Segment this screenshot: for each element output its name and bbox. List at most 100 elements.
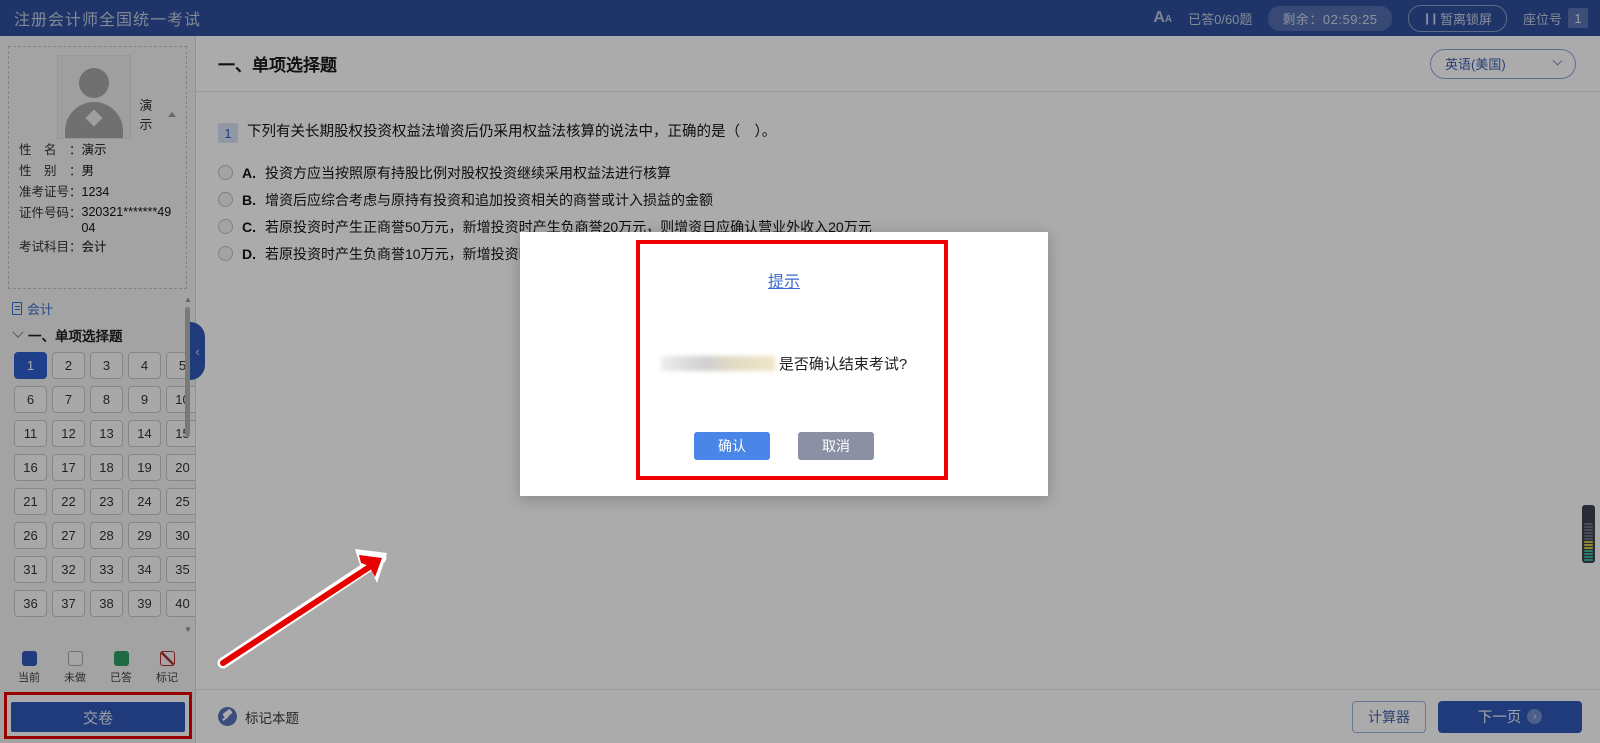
pin-icon [218,707,237,726]
option-text: 若原投资时产生负商誉10万元，新增投资时 [265,245,533,262]
question-nav: 会计 一、单项选择题 1 2 3 4 5 6 7 8 9 10 11 12 13 14 15 16 17 18 19… [0,295,195,634]
option-letter: B. [242,191,256,208]
legend-swatch-undone-icon [67,651,83,666]
seat-label: 座位号 [1522,11,1562,27]
font-size-icon[interactable]: AA [1153,9,1172,27]
profile-field-value: 320321*******4904 [81,205,172,235]
nav-group-header-1[interactable]: 一、单项选择题 [0,322,195,348]
question-nav-button[interactable]: 31 [14,556,47,583]
question-nav-button[interactable]: 11 [14,420,47,447]
option-radio[interactable] [218,165,233,180]
calculator-button[interactable]: 计算器 [1352,700,1426,733]
signal-meter-widget [1582,505,1595,563]
option-text: 增资后应综合考虑与原持有投资和追加投资相关的商誉或计入损益的金额 [265,191,713,208]
scroll-down-icon[interactable]: ▼ [184,625,192,634]
question-nav-button[interactable]: 34 [128,556,161,583]
scroll-up-icon[interactable]: ▲ [184,295,192,304]
legend-swatch-current-icon [21,651,37,666]
option-row[interactable]: B. 增资后应综合考虑与原持有投资和追加投资相关的商誉或计入损益的金额 [218,186,1576,213]
question-nav-button[interactable]: 3 [90,352,123,379]
chevron-up-icon [168,111,176,117]
dialog-cancel-button[interactable]: 取消 [798,432,874,460]
question-nav-button[interactable]: 9 [128,386,161,413]
question-stem: 1 下列有关长期股权投资权益法增资后仍采用权益法核算的说法中，正确的是（ ）。 [218,122,1576,143]
profile-name-toggle[interactable]: 演示 [139,95,176,133]
submit-highlight-box: 交卷 [4,692,192,739]
question-nav-button[interactable]: 14 [128,420,161,447]
question-nav-button[interactable]: 4 [128,352,161,379]
question-nav-button[interactable]: 19 [128,454,161,481]
lock-screen-button[interactable]: ❙❙ 暂离锁屏 [1407,4,1507,32]
question-nav-button[interactable]: 1 [14,352,47,379]
question-nav-button[interactable]: 37 [52,590,85,617]
seat-info: 座位号 1 [1523,8,1588,28]
remaining-time: 剩余：02:59:25 [1268,5,1392,31]
question-nav-button[interactable]: 28 [90,522,123,549]
option-radio[interactable] [218,219,233,234]
profile-field-label: 证件号码： [19,206,82,220]
lock-screen-label: 暂离锁屏 [1439,11,1492,27]
bottom-actions: 计算器 下一页 › [1352,700,1582,733]
mark-question-button[interactable]: 标记本题 [218,707,299,727]
question-nav-button[interactable]: 18 [90,454,123,481]
question-nav-button[interactable]: 13 [90,420,123,447]
question-nav-button[interactable]: 26 [14,522,47,549]
question-nav-button[interactable]: 24 [128,488,161,515]
question-nav-button[interactable]: 33 [90,556,123,583]
question-nav-button[interactable]: 17 [52,454,85,481]
option-radio[interactable] [218,246,233,261]
avatar [57,55,132,139]
sidebar-collapse-handle[interactable]: ‹ [190,322,205,380]
seat-number: 1 [1568,8,1588,28]
language-select[interactable]: 英语(美国) [1430,48,1576,79]
question-number-badge: 1 [218,123,238,143]
profile-field: 性 名 ： 演示 [19,141,176,160]
question-nav-button[interactable]: 36 [14,590,47,617]
question-nav-button[interactable]: 21 [14,488,47,515]
option-row[interactable]: A. 投资方应当按照原有持股比例对股权投资继续采用权益法进行核算 [218,159,1576,186]
exam-app: 注册会计师全国统一考试 AA 已答0/60题 剩余：02:59:25 ❙❙ 暂离… [0,0,1600,743]
legend-item-marked: 标记 [156,651,178,685]
question-grid: 1 2 3 4 5 6 7 8 9 10 11 12 13 14 15 16 17 18 19 20 21 22 23 24 2… [14,352,195,617]
question-nav-button[interactable]: 8 [90,386,123,413]
question-nav-button[interactable]: 7 [52,386,85,413]
next-page-label: 下一页 [1477,710,1522,726]
legend-label: 已答 [110,672,132,684]
subject-row[interactable]: 会计 [0,295,195,322]
legend-label: 当前 [18,672,40,684]
mark-question-label: 标记本题 [245,710,299,726]
question-nav-button[interactable]: 32 [52,556,85,583]
chevron-down-icon [1552,55,1563,66]
question-nav-button[interactable]: 38 [90,590,123,617]
avatar-head-icon [79,68,110,98]
question-nav-button[interactable]: 29 [128,522,161,549]
option-letter: D. [242,245,256,262]
dialog-message-row: 是否确认结束考试? [520,353,1048,374]
nav-group-title: 一、单项选择题 [28,329,123,344]
chevron-right-icon: › [1527,709,1543,724]
question-nav-button[interactable]: 39 [128,590,161,617]
legend-swatch-marked-icon [159,651,175,666]
dialog-confirm-button[interactable]: 确认 [694,432,770,460]
section-title: 一、单项选择题 [218,56,337,75]
dialog-title: 提示 [767,274,800,291]
nav-group-title: 二、多项选择题 [28,632,123,634]
option-radio[interactable] [218,192,233,207]
question-nav-button[interactable]: 12 [52,420,85,447]
question-nav-button[interactable]: 27 [52,522,85,549]
legend-item-undone: 未做 [64,651,86,685]
question-nav-button[interactable]: 2 [52,352,85,379]
question-nav-button[interactable]: 6 [14,386,47,413]
profile-field: 证件号码： 320321*******4904 [19,204,176,236]
nav-group-header-2[interactable]: 二、多项选择题 [12,629,195,634]
question-nav-button[interactable]: 16 [14,454,47,481]
page-title: 注册会计师全国统一考试 [14,12,202,29]
submit-exam-button[interactable]: 交卷 [11,702,185,732]
document-icon [12,302,22,315]
profile-field: 考试科目： 会计 [19,238,176,257]
next-page-button[interactable]: 下一页 › [1438,700,1582,733]
question-nav-button[interactable]: 23 [90,488,123,515]
profile-field-value: 演示 [81,143,107,157]
question-nav-button[interactable]: 22 [52,488,85,515]
avatar-row: 演示 [19,55,176,139]
